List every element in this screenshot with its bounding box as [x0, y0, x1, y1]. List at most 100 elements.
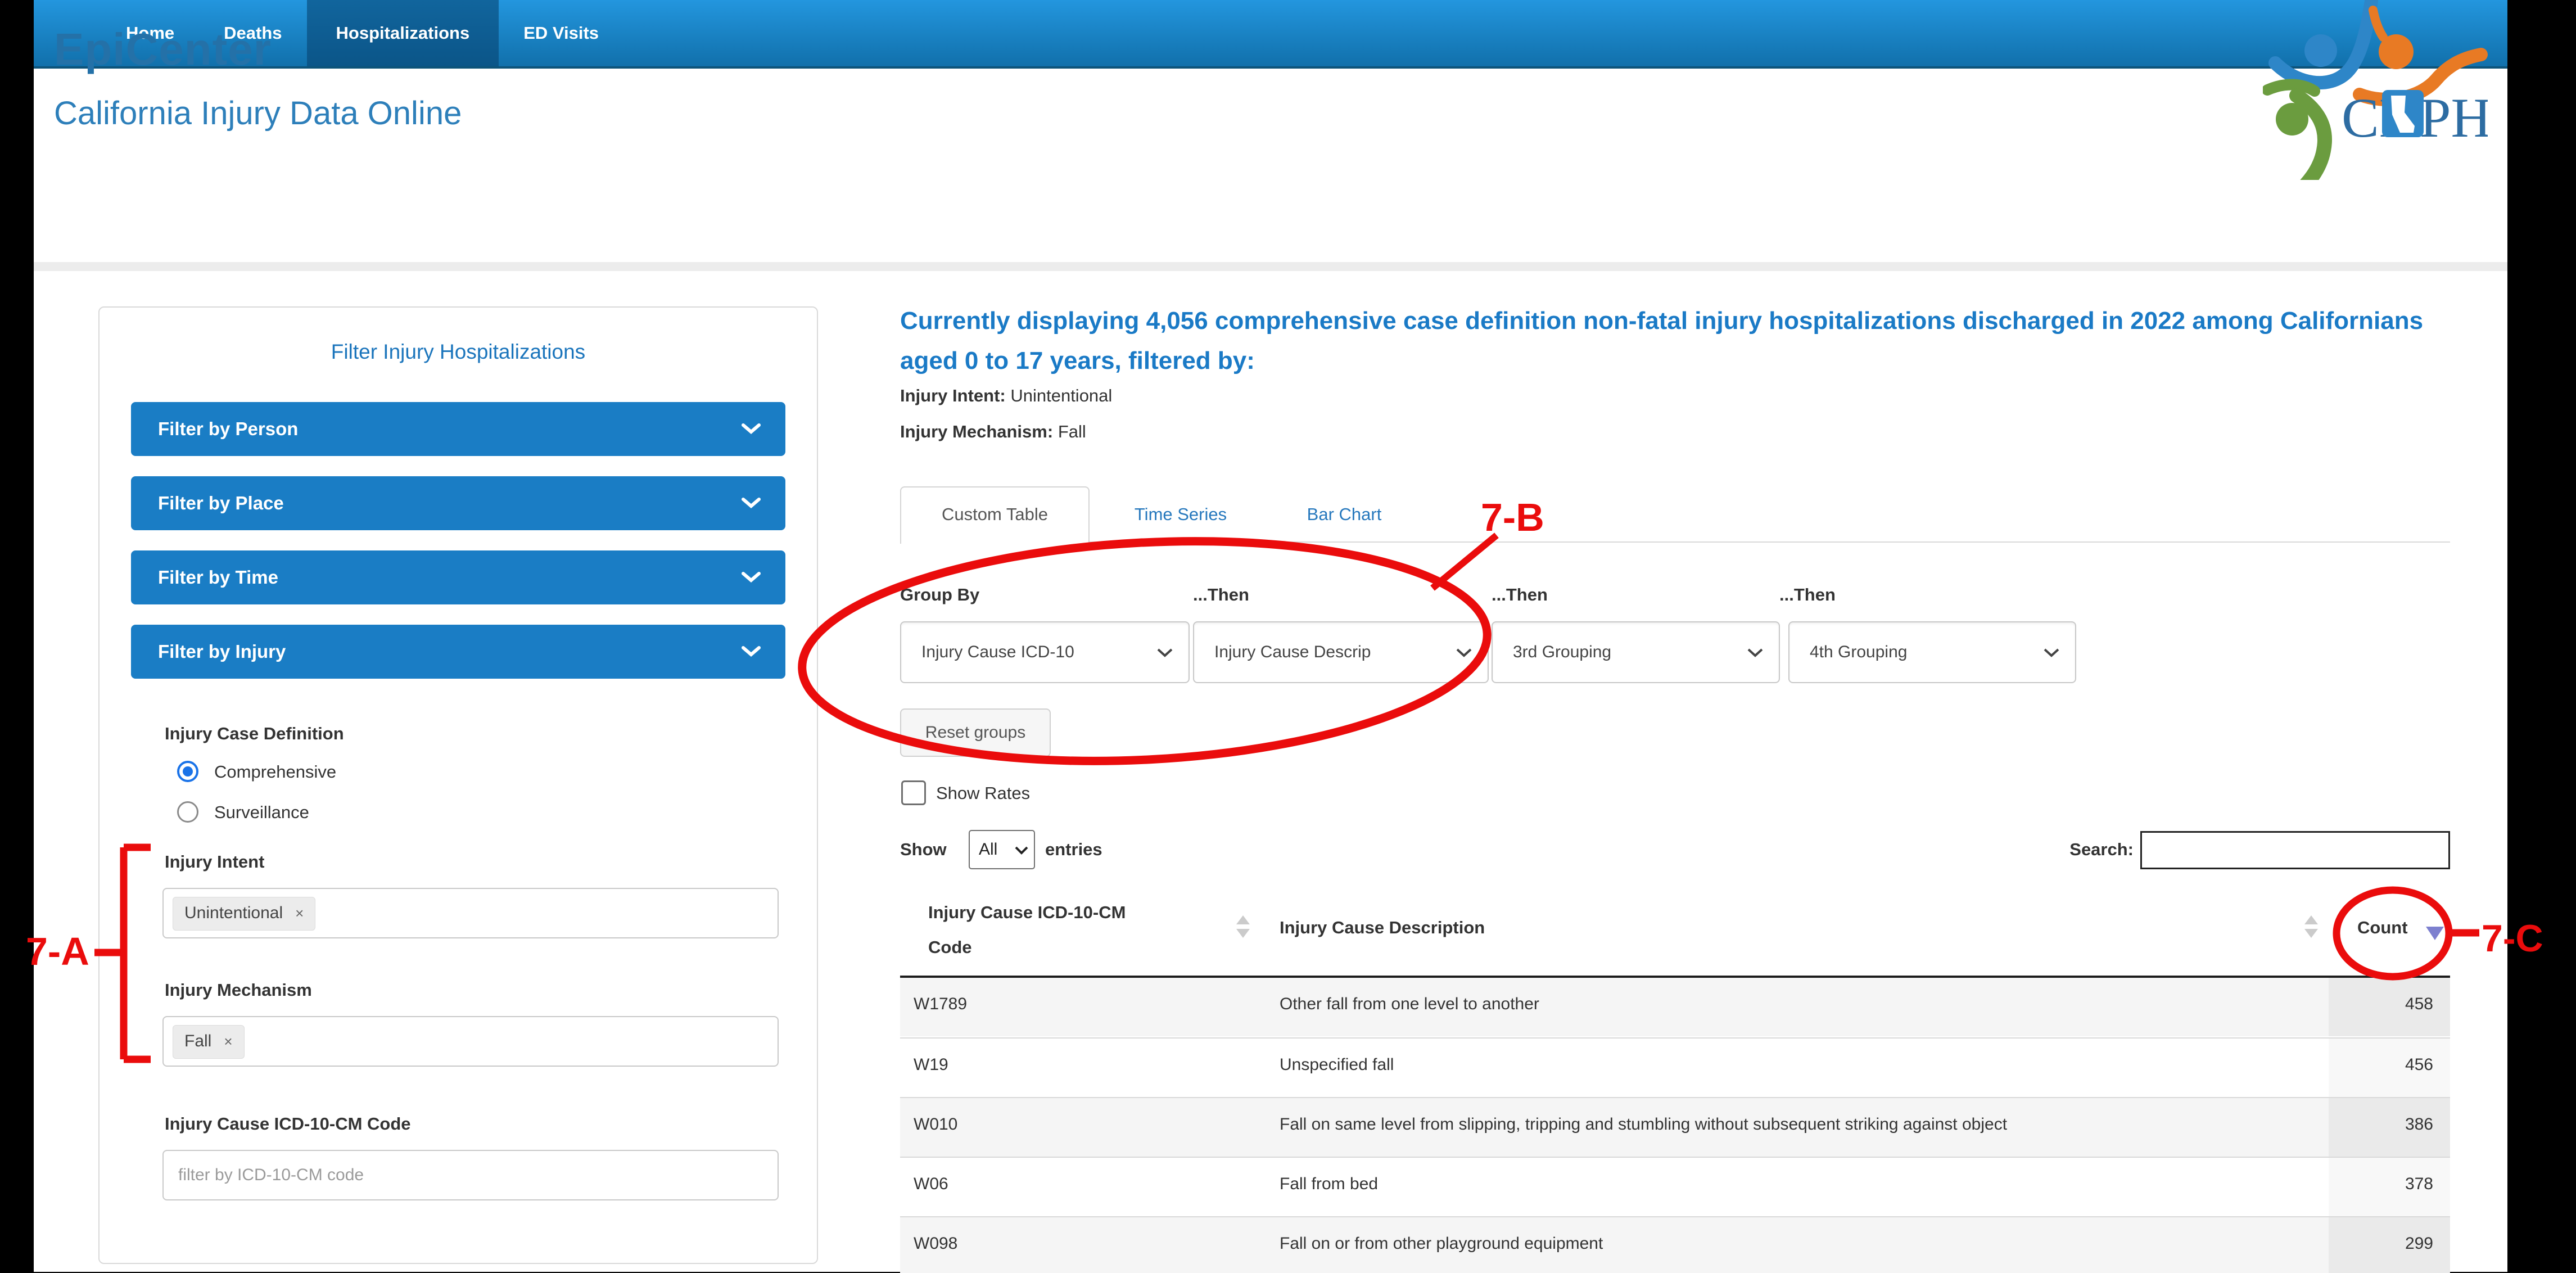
accordion-filter-by-place[interactable]: Filter by Place — [131, 476, 785, 530]
cdph-logo: CDPH — [2263, 0, 2488, 180]
applied-filter-intent: Injury Intent: Unintentional — [900, 386, 1112, 406]
grouping-select-value: 4th Grouping — [1810, 643, 1907, 661]
mechanism-tag-chip: Fall × — [173, 1025, 245, 1059]
column-header-description[interactable]: Injury Cause Description — [1280, 918, 1485, 938]
accordion-label: Filter by Place — [158, 493, 284, 513]
count-value: 386 — [2405, 1115, 2433, 1134]
table-row: W06 Fall from bed 378 — [900, 1157, 2450, 1216]
injury-intent-label: Injury Intent — [165, 852, 264, 872]
grouping-select-value: 3rd Grouping — [1513, 643, 1611, 661]
chevron-down-icon — [742, 498, 761, 509]
accordion-label: Filter by Person — [158, 418, 298, 439]
tab-bar-chart[interactable]: Bar Chart — [1294, 486, 1395, 543]
remove-tag-icon[interactable]: × — [224, 1033, 232, 1050]
cell-icd-code: W1789 — [914, 995, 967, 1014]
sort-neutral-icon[interactable] — [1236, 914, 1250, 939]
grouping-select-2[interactable]: Injury Cause Descrip — [1193, 621, 1489, 683]
then-label-2: ...Then — [1492, 585, 1548, 605]
show-entries-prefix: Show — [900, 830, 947, 869]
remove-tag-icon[interactable]: × — [295, 905, 304, 922]
page: EpiCenter California Injury Data Online … — [34, 0, 2507, 1272]
summary-heading: Currently displaying 4,056 comprehensive… — [900, 301, 2445, 381]
cell-icd-code: W06 — [914, 1175, 948, 1194]
tab-time-series[interactable]: Time Series — [1126, 486, 1236, 543]
show-entries-suffix: entries — [1045, 830, 1102, 869]
radio-selected-icon — [177, 761, 198, 782]
search-label: Search: — [2069, 830, 2134, 869]
cell-count: 299 — [2329, 1217, 2450, 1273]
table-row: W098 Fall on or from other playground eq… — [900, 1216, 2450, 1273]
accordion-filter-by-person[interactable]: Filter by Person — [131, 402, 785, 456]
intent-tag-label: Unintentional — [184, 904, 283, 922]
icd-code-label: Injury Cause ICD-10-CM Code — [165, 1114, 411, 1134]
applied-filter-value: Fall — [1058, 422, 1086, 441]
icd-code-input[interactable] — [162, 1150, 779, 1200]
nav-item-hospitalizations[interactable]: Hospitalizations — [307, 0, 499, 66]
accordion-filter-by-time[interactable]: Filter by Time — [131, 550, 785, 604]
sort-neutral-icon[interactable] — [2304, 914, 2318, 939]
chevron-down-icon — [1747, 648, 1763, 658]
table-row: W1789 Other fall from one level to anoth… — [900, 978, 2450, 1036]
applied-filter-mechanism: Injury Mechanism: Fall — [900, 422, 1086, 442]
grouping-select-1[interactable]: Injury Cause ICD-10 — [900, 621, 1190, 683]
grouping-select-value: Injury Cause ICD-10 — [921, 643, 1074, 661]
count-value: 458 — [2405, 995, 2433, 1014]
main-content: Currently displaying 4,056 comprehensive… — [900, 270, 2452, 1272]
then-label-1: ...Then — [1193, 585, 1249, 605]
chevron-down-icon — [742, 572, 761, 583]
cell-icd-code: W098 — [914, 1234, 957, 1253]
injury-mechanism-label: Injury Mechanism — [165, 980, 312, 1000]
group-by-label: Group By — [900, 585, 979, 605]
column-header-icd-code[interactable]: Injury Cause ICD-10-CM Code — [928, 895, 1170, 965]
accordion-label: Filter by Injury — [158, 641, 286, 662]
cell-count: 458 — [2329, 978, 2450, 1036]
search-input[interactable] — [2140, 831, 2450, 869]
cell-count: 456 — [2329, 1039, 2450, 1097]
cell-description: Fall on same level from slipping, trippi… — [1280, 1115, 2007, 1134]
then-label-3: ...Then — [1779, 585, 1836, 605]
grouping-select-4[interactable]: 4th Grouping — [1788, 621, 2076, 683]
applied-filter-label: Injury Mechanism: — [900, 422, 1053, 441]
chevron-down-icon — [2044, 648, 2059, 658]
chevron-down-icon — [1157, 648, 1173, 658]
cell-icd-code: W19 — [914, 1055, 948, 1075]
reset-groups-button[interactable]: Reset groups — [900, 708, 1051, 757]
entries-length-select[interactable]: All — [969, 830, 1035, 869]
column-header-count[interactable]: Count — [2357, 918, 2408, 938]
cell-description: Other fall from one level to another — [1280, 995, 1539, 1014]
cell-description: Fall from bed — [1280, 1175, 1378, 1194]
cell-count: 378 — [2329, 1158, 2450, 1216]
app-subtitle: California Injury Data Online — [54, 94, 462, 132]
accordion-label: Filter by Time — [158, 567, 278, 588]
radio-unselected-icon — [177, 801, 198, 823]
table-row: W19 Unspecified fall 456 — [900, 1037, 2450, 1097]
show-rates-checkbox[interactable] — [901, 780, 926, 805]
filter-panel: Filter Injury Hospitalizations Filter by… — [98, 306, 818, 1264]
filter-panel-title: Filter Injury Hospitalizations — [100, 340, 817, 364]
chevron-down-icon — [742, 423, 761, 435]
intent-tag-chip: Unintentional × — [173, 897, 315, 931]
table-row: W010 Fall on same level from slipping, t… — [900, 1097, 2450, 1157]
applied-filter-value: Unintentional — [1010, 386, 1112, 405]
grouping-select-3[interactable]: 3rd Grouping — [1492, 621, 1780, 683]
tab-custom-table[interactable]: Custom Table — [900, 486, 1090, 544]
chevron-down-icon — [1015, 846, 1028, 855]
main-nav: Home Deaths Hospitalizations ED Visits — [34, 0, 2507, 69]
case-definition-label: Injury Case Definition — [165, 724, 344, 744]
show-rates-label: Show Rates — [936, 780, 1030, 806]
injury-intent-multiselect[interactable]: Unintentional × — [162, 888, 779, 938]
grouping-select-value: Injury Cause Descrip — [1214, 643, 1371, 661]
accordion-filter-by-injury[interactable]: Filter by Injury — [131, 625, 785, 679]
mechanism-tag-label: Fall — [184, 1032, 211, 1050]
injury-mechanism-multiselect[interactable]: Fall × — [162, 1016, 779, 1067]
sort-descending-icon[interactable] — [2426, 927, 2444, 940]
count-value: 378 — [2405, 1175, 2433, 1194]
chevron-down-icon — [1456, 648, 1472, 658]
cell-description: Unspecified fall — [1280, 1055, 1394, 1075]
count-value: 456 — [2405, 1055, 2433, 1075]
count-value: 299 — [2405, 1234, 2433, 1253]
cell-icd-code: W010 — [914, 1115, 957, 1134]
radio-label: Comprehensive — [214, 761, 336, 783]
chevron-down-icon — [742, 646, 761, 657]
nav-item-ed-visits[interactable]: ED Visits — [499, 0, 623, 66]
